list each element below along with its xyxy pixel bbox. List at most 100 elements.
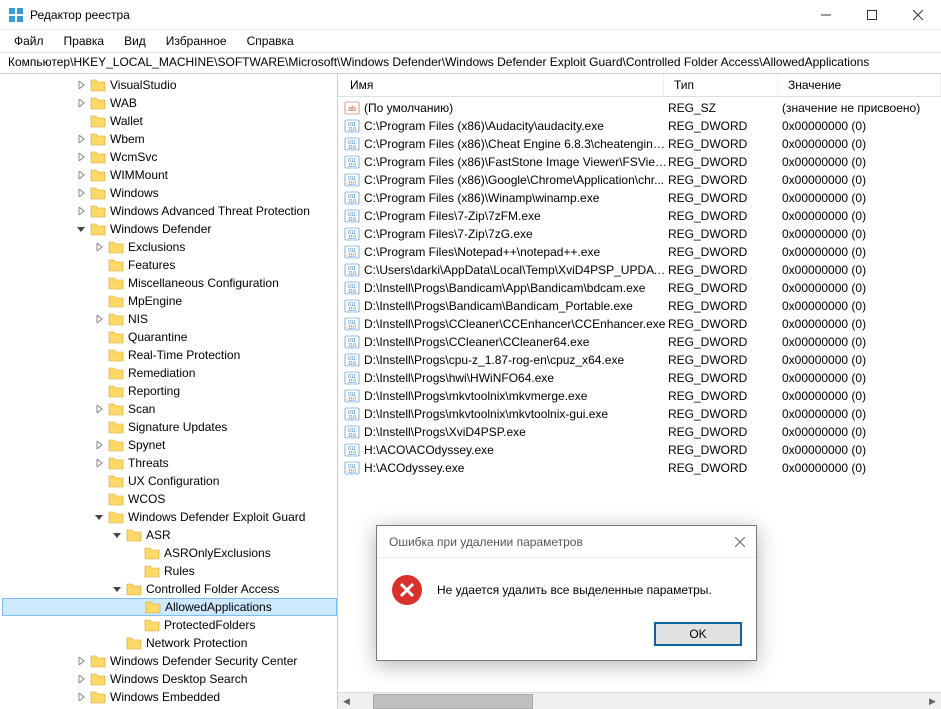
list-row[interactable]: 011110D:\Instell\Progs\cpu-z_1.87-rog-en… xyxy=(338,351,941,369)
tree-node[interactable]: Windows Advanced Threat Protection xyxy=(2,202,337,220)
tree-node[interactable]: Windows Defender Security Center xyxy=(2,652,337,670)
menu-edit[interactable]: Правка xyxy=(56,32,113,50)
tree-node[interactable]: WcmSvc xyxy=(2,148,337,166)
cell-type: REG_DWORD xyxy=(668,191,782,205)
maximize-button[interactable] xyxy=(849,0,895,30)
chevron-right-icon[interactable] xyxy=(92,456,106,470)
menu-help[interactable]: Справка xyxy=(239,32,302,50)
tree-node[interactable]: Wbem xyxy=(2,130,337,148)
tree-node[interactable]: AllowedApplications xyxy=(2,598,337,616)
tree-pane[interactable]: VisualStudioWABWalletWbemWcmSvc WIMMount W… xyxy=(0,74,338,709)
tree-node[interactable]: Windows Embedded xyxy=(2,688,337,706)
minimize-button[interactable] xyxy=(803,0,849,30)
column-header-name[interactable]: Имя xyxy=(340,74,664,96)
menu-favorites[interactable]: Избранное xyxy=(158,32,235,50)
chevron-right-icon[interactable] xyxy=(92,240,106,254)
chevron-right-icon[interactable] xyxy=(74,672,88,686)
tree-node[interactable]: Windows xyxy=(2,184,337,202)
chevron-right-icon[interactable] xyxy=(74,150,88,164)
tree-node[interactable]: Signature Updates xyxy=(2,418,337,436)
tree-node[interactable]: Quarantine xyxy=(2,328,337,346)
scroll-right-arrow-icon[interactable]: ▶ xyxy=(924,693,941,709)
binary-value-icon: 011110 xyxy=(344,172,360,188)
list-row[interactable]: 011110D:\Instell\Progs\mkvtoolnix\mkvmer… xyxy=(338,387,941,405)
list-row[interactable]: 011110C:\Users\darki\AppData\Local\Temp\… xyxy=(338,261,941,279)
address-bar[interactable]: Компьютер\HKEY_LOCAL_MACHINE\SOFTWARE\Mi… xyxy=(0,52,941,74)
list-row[interactable]: 011110D:\Instell\Progs\Bandicam\Bandicam… xyxy=(338,297,941,315)
chevron-right-icon[interactable] xyxy=(92,312,106,326)
tree-node[interactable]: Network Protection xyxy=(2,634,337,652)
close-button[interactable] xyxy=(895,0,941,30)
list-row[interactable]: 011110C:\Program Files (x86)\Cheat Engin… xyxy=(338,135,941,153)
chevron-down-icon[interactable] xyxy=(92,510,106,524)
chevron-right-icon[interactable] xyxy=(74,78,88,92)
chevron-down-icon[interactable] xyxy=(74,222,88,236)
list-row[interactable]: 011110D:\Instell\Progs\CCleaner\CCleaner… xyxy=(338,333,941,351)
tree-node[interactable]: WAB xyxy=(2,94,337,112)
menu-view[interactable]: Вид xyxy=(116,32,154,50)
list-row[interactable]: 011110D:\Instell\Progs\Bandicam\App\Band… xyxy=(338,279,941,297)
tree-node[interactable]: VisualStudio xyxy=(2,76,337,94)
tree-node[interactable]: Windows Defender Exploit Guard xyxy=(2,508,337,526)
tree-node[interactable]: ASROnlyExclusions xyxy=(2,544,337,562)
scroll-left-arrow-icon[interactable]: ◀ xyxy=(338,693,355,709)
tree-node[interactable]: Spynet xyxy=(2,436,337,454)
tree-node[interactable]: Reporting xyxy=(2,382,337,400)
tree-node[interactable]: Controlled Folder Access xyxy=(2,580,337,598)
tree-node[interactable]: ASR xyxy=(2,526,337,544)
tree-node[interactable]: Wallet xyxy=(2,112,337,130)
tree-node[interactable]: Exclusions xyxy=(2,238,337,256)
scroll-thumb[interactable] xyxy=(373,694,533,709)
tree-node[interactable]: Real-Time Protection xyxy=(2,346,337,364)
list-row[interactable]: 011110C:\Program Files (x86)\Google\Chro… xyxy=(338,171,941,189)
chevron-right-icon[interactable] xyxy=(74,204,88,218)
chevron-right-icon[interactable] xyxy=(74,186,88,200)
chevron-right-icon[interactable] xyxy=(74,690,88,704)
list-row[interactable]: 011110C:\Program Files\7-Zip\7zG.exeREG_… xyxy=(338,225,941,243)
tree-node[interactable]: Features xyxy=(2,256,337,274)
chevron-right-icon[interactable] xyxy=(74,132,88,146)
list-row[interactable]: 011110D:\Instell\Progs\mkvtoolnix\mkvtoo… xyxy=(338,405,941,423)
list-row[interactable]: 011110D:\Instell\Progs\hwi\HWiNFO64.exeR… xyxy=(338,369,941,387)
list-row[interactable]: 011110C:\Program Files\7-Zip\7zFM.exeREG… xyxy=(338,207,941,225)
window-controls xyxy=(803,0,941,30)
tree-node[interactable]: Threats xyxy=(2,454,337,472)
chevron-down-icon[interactable] xyxy=(110,528,124,542)
list-row[interactable]: 011110H:\ACO\ACOdyssey.exeREG_DWORD0x000… xyxy=(338,441,941,459)
dialog-close-button[interactable] xyxy=(730,532,750,552)
list-row[interactable]: 011110C:\Program Files\Notepad++\notepad… xyxy=(338,243,941,261)
list-row[interactable]: 011110C:\Program Files (x86)\Audacity\au… xyxy=(338,117,941,135)
chevron-down-icon[interactable] xyxy=(110,582,124,596)
column-header-value[interactable]: Значение xyxy=(778,74,941,96)
menu-file[interactable]: Файл xyxy=(6,32,52,50)
tree-node[interactable]: ProtectedFolders xyxy=(2,616,337,634)
tree-node[interactable]: MpEngine xyxy=(2,292,337,310)
tree-node[interactable]: Windows Defender xyxy=(2,220,337,238)
list-row[interactable]: 011110C:\Program Files (x86)\Winamp\wina… xyxy=(338,189,941,207)
cell-value: 0x00000000 (0) xyxy=(782,209,939,223)
tree-node[interactable]: Remediation xyxy=(2,364,337,382)
tree-node-label: ASROnlyExclusions xyxy=(164,546,271,560)
chevron-right-icon[interactable] xyxy=(92,402,106,416)
list-row[interactable]: 011110D:\Instell\Progs\XviD4PSP.exeREG_D… xyxy=(338,423,941,441)
list-row[interactable]: 011110C:\Program Files (x86)\FastStone I… xyxy=(338,153,941,171)
tree-node-label: WIMMount xyxy=(110,168,168,182)
tree-node[interactable]: UX Configuration xyxy=(2,472,337,490)
chevron-right-icon[interactable] xyxy=(92,438,106,452)
chevron-right-icon[interactable] xyxy=(74,654,88,668)
list-row[interactable]: 011110H:\ACOdyssey.exeREG_DWORD0x0000000… xyxy=(338,459,941,477)
tree-node[interactable]: Miscellaneous Configuration xyxy=(2,274,337,292)
horizontal-scrollbar[interactable]: ◀ ▶ xyxy=(338,692,941,709)
tree-node[interactable]: Windows Desktop Search xyxy=(2,670,337,688)
column-header-type[interactable]: Тип xyxy=(664,74,778,96)
tree-node[interactable]: NIS xyxy=(2,310,337,328)
tree-node[interactable]: Scan xyxy=(2,400,337,418)
chevron-right-icon[interactable] xyxy=(74,168,88,182)
list-row[interactable]: 011110D:\Instell\Progs\CCleaner\CCEnhanc… xyxy=(338,315,941,333)
tree-node[interactable]: Rules xyxy=(2,562,337,580)
dialog-ok-button[interactable]: OK xyxy=(654,622,742,646)
tree-node[interactable]: WCOS xyxy=(2,490,337,508)
tree-node[interactable]: WIMMount xyxy=(2,166,337,184)
list-row[interactable]: ab(По умолчанию)REG_SZ(значение не присв… xyxy=(338,99,941,117)
chevron-right-icon[interactable] xyxy=(74,96,88,110)
